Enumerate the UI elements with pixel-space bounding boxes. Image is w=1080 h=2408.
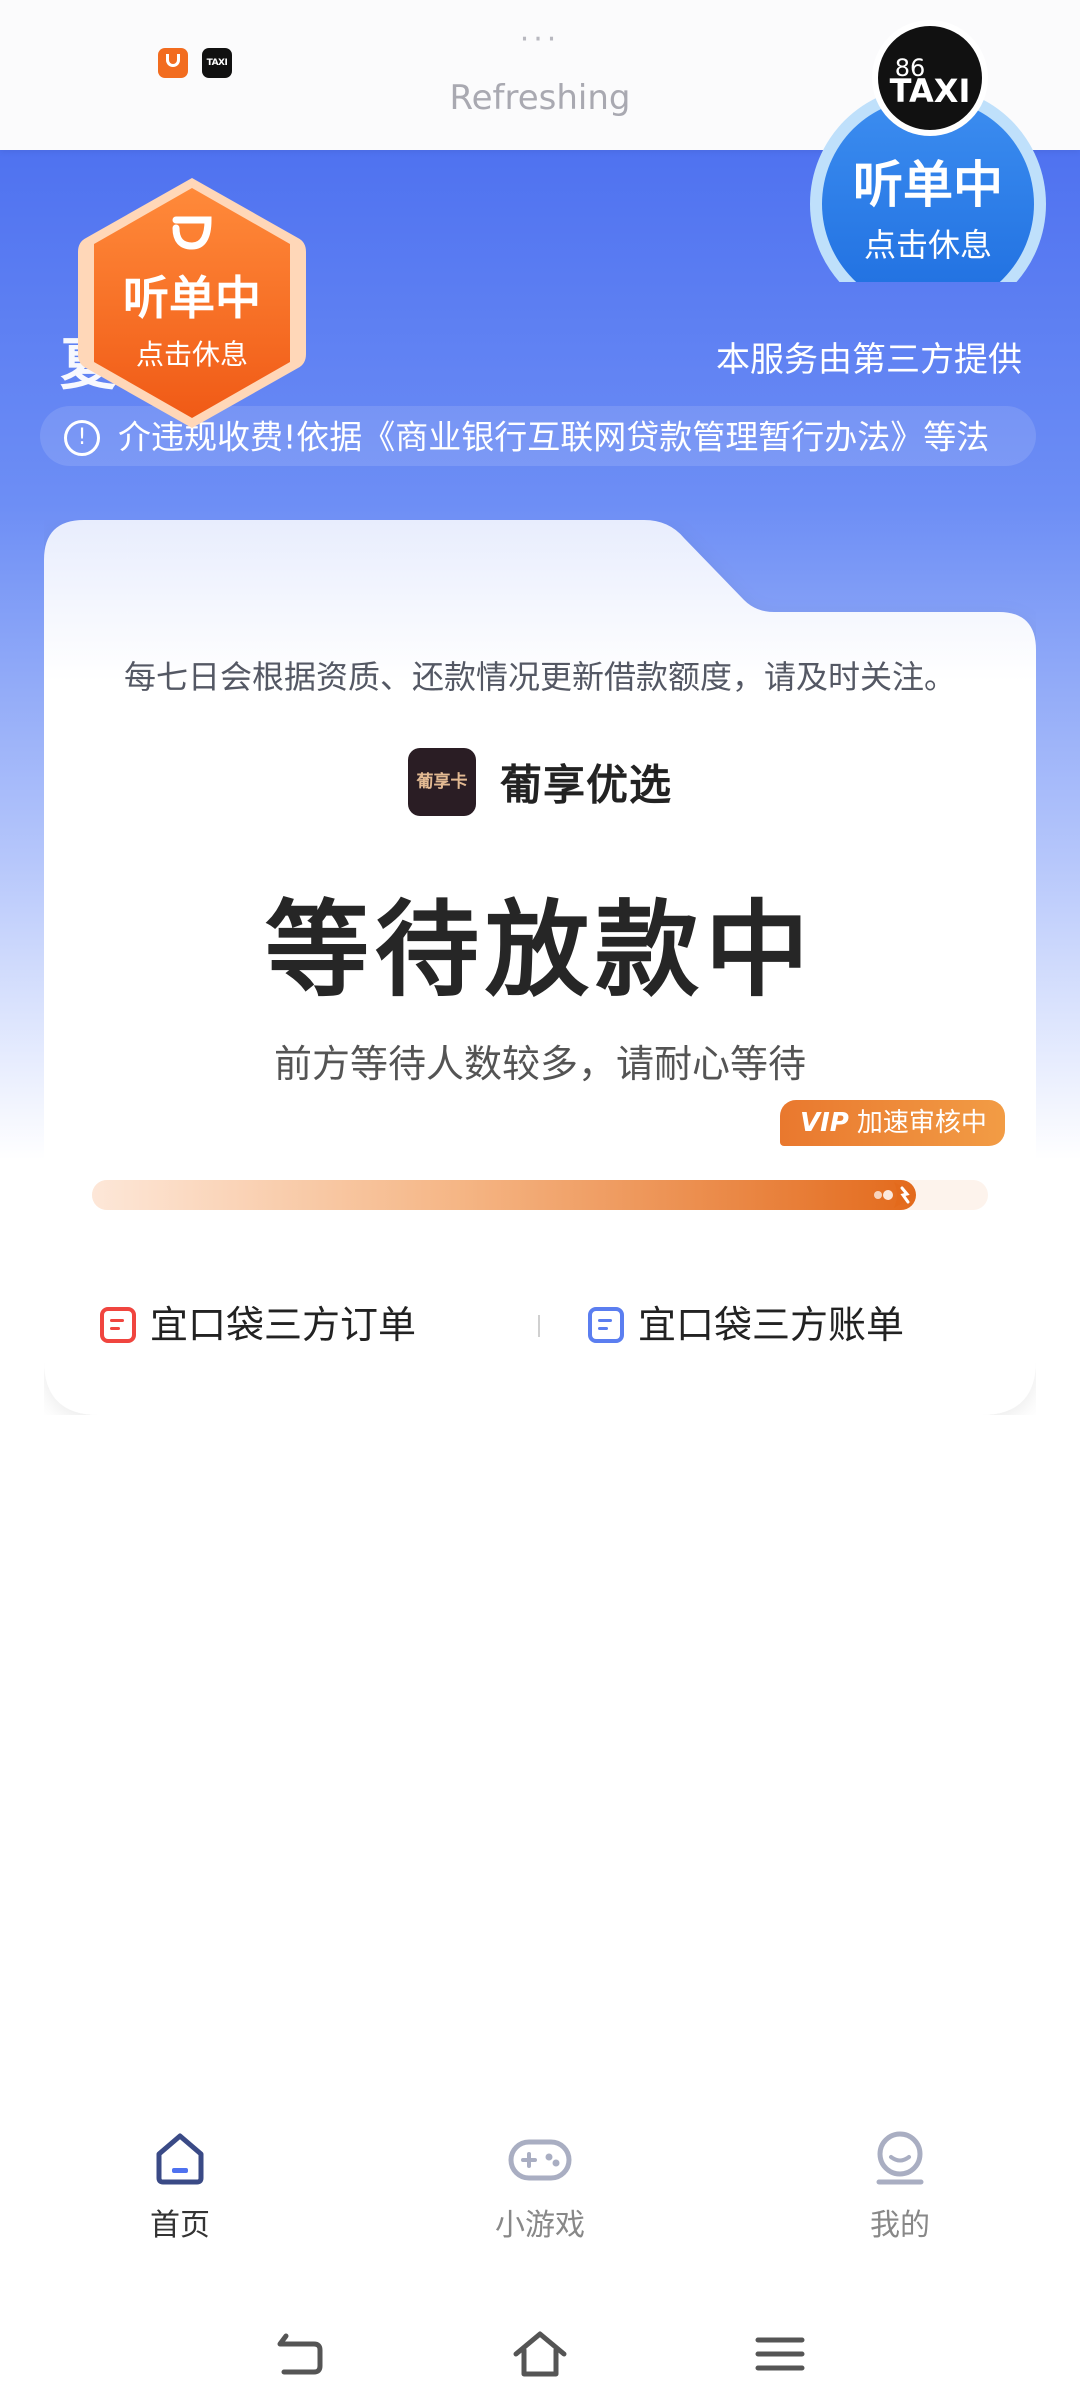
menu-icon[interactable] (750, 2324, 810, 2384)
brand-name: 葡享优选 (499, 760, 672, 810)
nav-home-icon[interactable] (510, 2324, 570, 2384)
provider-note: 本服务由第三方提供 (716, 340, 1022, 380)
rocket-icon (874, 1182, 917, 1208)
bottom-tab-bar: 首页 小游戏 我的 (0, 2110, 1080, 2270)
gamepad-icon (508, 2139, 572, 2181)
bills-link-label: 宜口袋三方账单 (638, 1303, 905, 1347)
order-icon (100, 1306, 136, 1343)
vip-badge: VIP 加速审核中 (780, 1100, 1005, 1146)
progress-fill (92, 1180, 917, 1210)
tab-games[interactable]: 小游戏 (440, 2110, 640, 2270)
taxi-app-icon: TAXI (202, 48, 232, 78)
vip-label: 加速审核中 (856, 1108, 987, 1138)
didi-app-icon (158, 48, 188, 78)
loan-status: 等待放款中 (264, 889, 815, 1011)
queue-message: 前方等待人数较多，请耐心等待 (273, 1042, 806, 1086)
tab-profile[interactable]: 我的 (800, 2110, 1000, 2270)
tab-home-label: 首页 (150, 2208, 210, 2243)
home-icon (156, 2133, 204, 2185)
vip-tag: VIP (800, 1108, 849, 1138)
progress-bar (92, 1180, 988, 1210)
profile-icon (876, 2131, 924, 2185)
taxi-badge-status: 听单中 (853, 156, 1003, 214)
didi-listening-badge[interactable]: 听单中 点击休息 (72, 172, 312, 434)
system-nav-bar (0, 2300, 1080, 2408)
taxi-logo-text: TAXI (890, 72, 971, 110)
back-icon[interactable] (270, 2324, 330, 2384)
tab-games-label: 小游戏 (495, 2208, 585, 2243)
bill-icon (588, 1306, 624, 1343)
taxi-badge-action: 点击休息 (864, 226, 992, 264)
bills-link[interactable]: 宜口袋三方账单 (588, 1295, 904, 1355)
third-party-links: 宜口袋三方订单 宜口袋三方账单 (44, 1295, 1036, 1355)
quota-description: 每七日会根据资质、还款情况更新借款额度，请及时关注。 (123, 658, 956, 696)
link-divider (538, 1315, 540, 1337)
loan-status-card: 每七日会根据资质、还款情况更新借款额度，请及时关注。 葡享卡 葡享优选 等待放款中… (44, 520, 1036, 1415)
brand: 葡享卡 葡享优选 (44, 748, 1036, 816)
taxi-listening-badge[interactable]: 听单中 点击休息 86 TAXI (810, 20, 1060, 282)
tab-home[interactable]: 首页 (80, 2110, 280, 2270)
tab-profile-label: 我的 (870, 2208, 930, 2243)
orders-link-label: 宜口袋三方订单 (150, 1303, 417, 1347)
didi-badge-status: 听单中 (123, 271, 261, 325)
didi-badge-action: 点击休息 (136, 338, 248, 371)
orders-link[interactable]: 宜口袋三方订单 (100, 1295, 416, 1355)
brand-logo: 葡享卡 (407, 748, 476, 816)
